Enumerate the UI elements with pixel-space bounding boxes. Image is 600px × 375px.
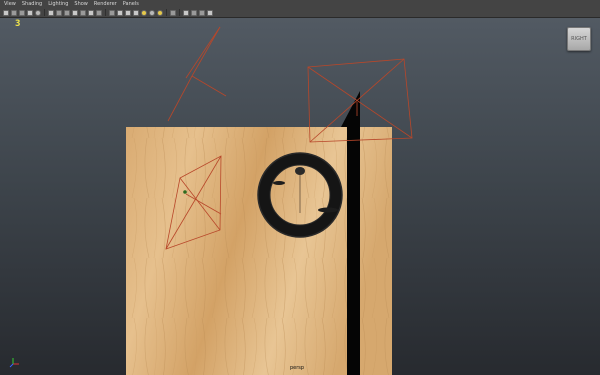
- toolbar-divider: [44, 9, 45, 16]
- wireframe-icon[interactable]: [109, 9, 115, 16]
- spot-light-wireframe-left[interactable]: [167, 26, 227, 122]
- textured-icon[interactable]: [133, 9, 139, 16]
- light-pivot-marker: [183, 190, 187, 194]
- safe-title-icon[interactable]: [96, 9, 102, 16]
- viewcube-label: RIGHT: [571, 36, 587, 42]
- field-chart-icon[interactable]: [80, 9, 86, 16]
- use-all-lights-icon[interactable]: [141, 9, 147, 16]
- isolate-select-icon[interactable]: [183, 9, 189, 16]
- menu-view[interactable]: View: [4, 0, 16, 8]
- safe-action-icon[interactable]: [88, 9, 94, 16]
- menu-show[interactable]: Show: [74, 0, 88, 8]
- xray-active-icon[interactable]: [199, 9, 205, 16]
- panel-menubar: View Shading Lighting Show Renderer Pane…: [0, 0, 600, 8]
- film-gate-icon[interactable]: [56, 9, 62, 16]
- ambient-occlusion-icon[interactable]: [157, 9, 163, 16]
- wireframe-on-shaded-icon[interactable]: [125, 9, 131, 16]
- hud-toggle-icon[interactable]: [207, 9, 213, 16]
- xray-joints-icon[interactable]: [191, 9, 197, 16]
- menu-panels[interactable]: Panels: [123, 0, 139, 8]
- gate-mask-icon[interactable]: [72, 9, 78, 16]
- camera-name-label: persp: [290, 365, 305, 371]
- image-plane-icon[interactable]: [27, 9, 33, 16]
- menu-shading[interactable]: Shading: [22, 0, 42, 8]
- select-camera-icon[interactable]: [3, 9, 9, 16]
- grease-pencil-icon[interactable]: [35, 9, 41, 16]
- smooth-shade-icon[interactable]: [117, 9, 123, 16]
- menu-renderer[interactable]: Renderer: [94, 0, 117, 8]
- hud-frame-number: 3: [15, 19, 21, 29]
- scene-canvas[interactable]: [0, 18, 600, 375]
- bookmark-icon[interactable]: [19, 9, 25, 16]
- resolution-gate-icon[interactable]: [64, 9, 70, 16]
- axis-gizmo-icon: [9, 358, 19, 368]
- menu-lighting[interactable]: Lighting: [48, 0, 68, 8]
- viewcube-icon[interactable]: RIGHT: [567, 27, 591, 51]
- toolbar-divider: [166, 9, 167, 16]
- viewport-3d[interactable]: 3 RIGHT persp: [0, 18, 600, 375]
- toolbar-divider: [179, 9, 180, 16]
- shadows-icon[interactable]: [149, 9, 155, 16]
- grid-icon[interactable]: [48, 9, 54, 16]
- xray-icon[interactable]: [170, 9, 176, 16]
- panel-toolbar: [0, 8, 600, 18]
- toolbar-divider: [105, 9, 106, 16]
- camera-attributes-icon[interactable]: [11, 9, 17, 16]
